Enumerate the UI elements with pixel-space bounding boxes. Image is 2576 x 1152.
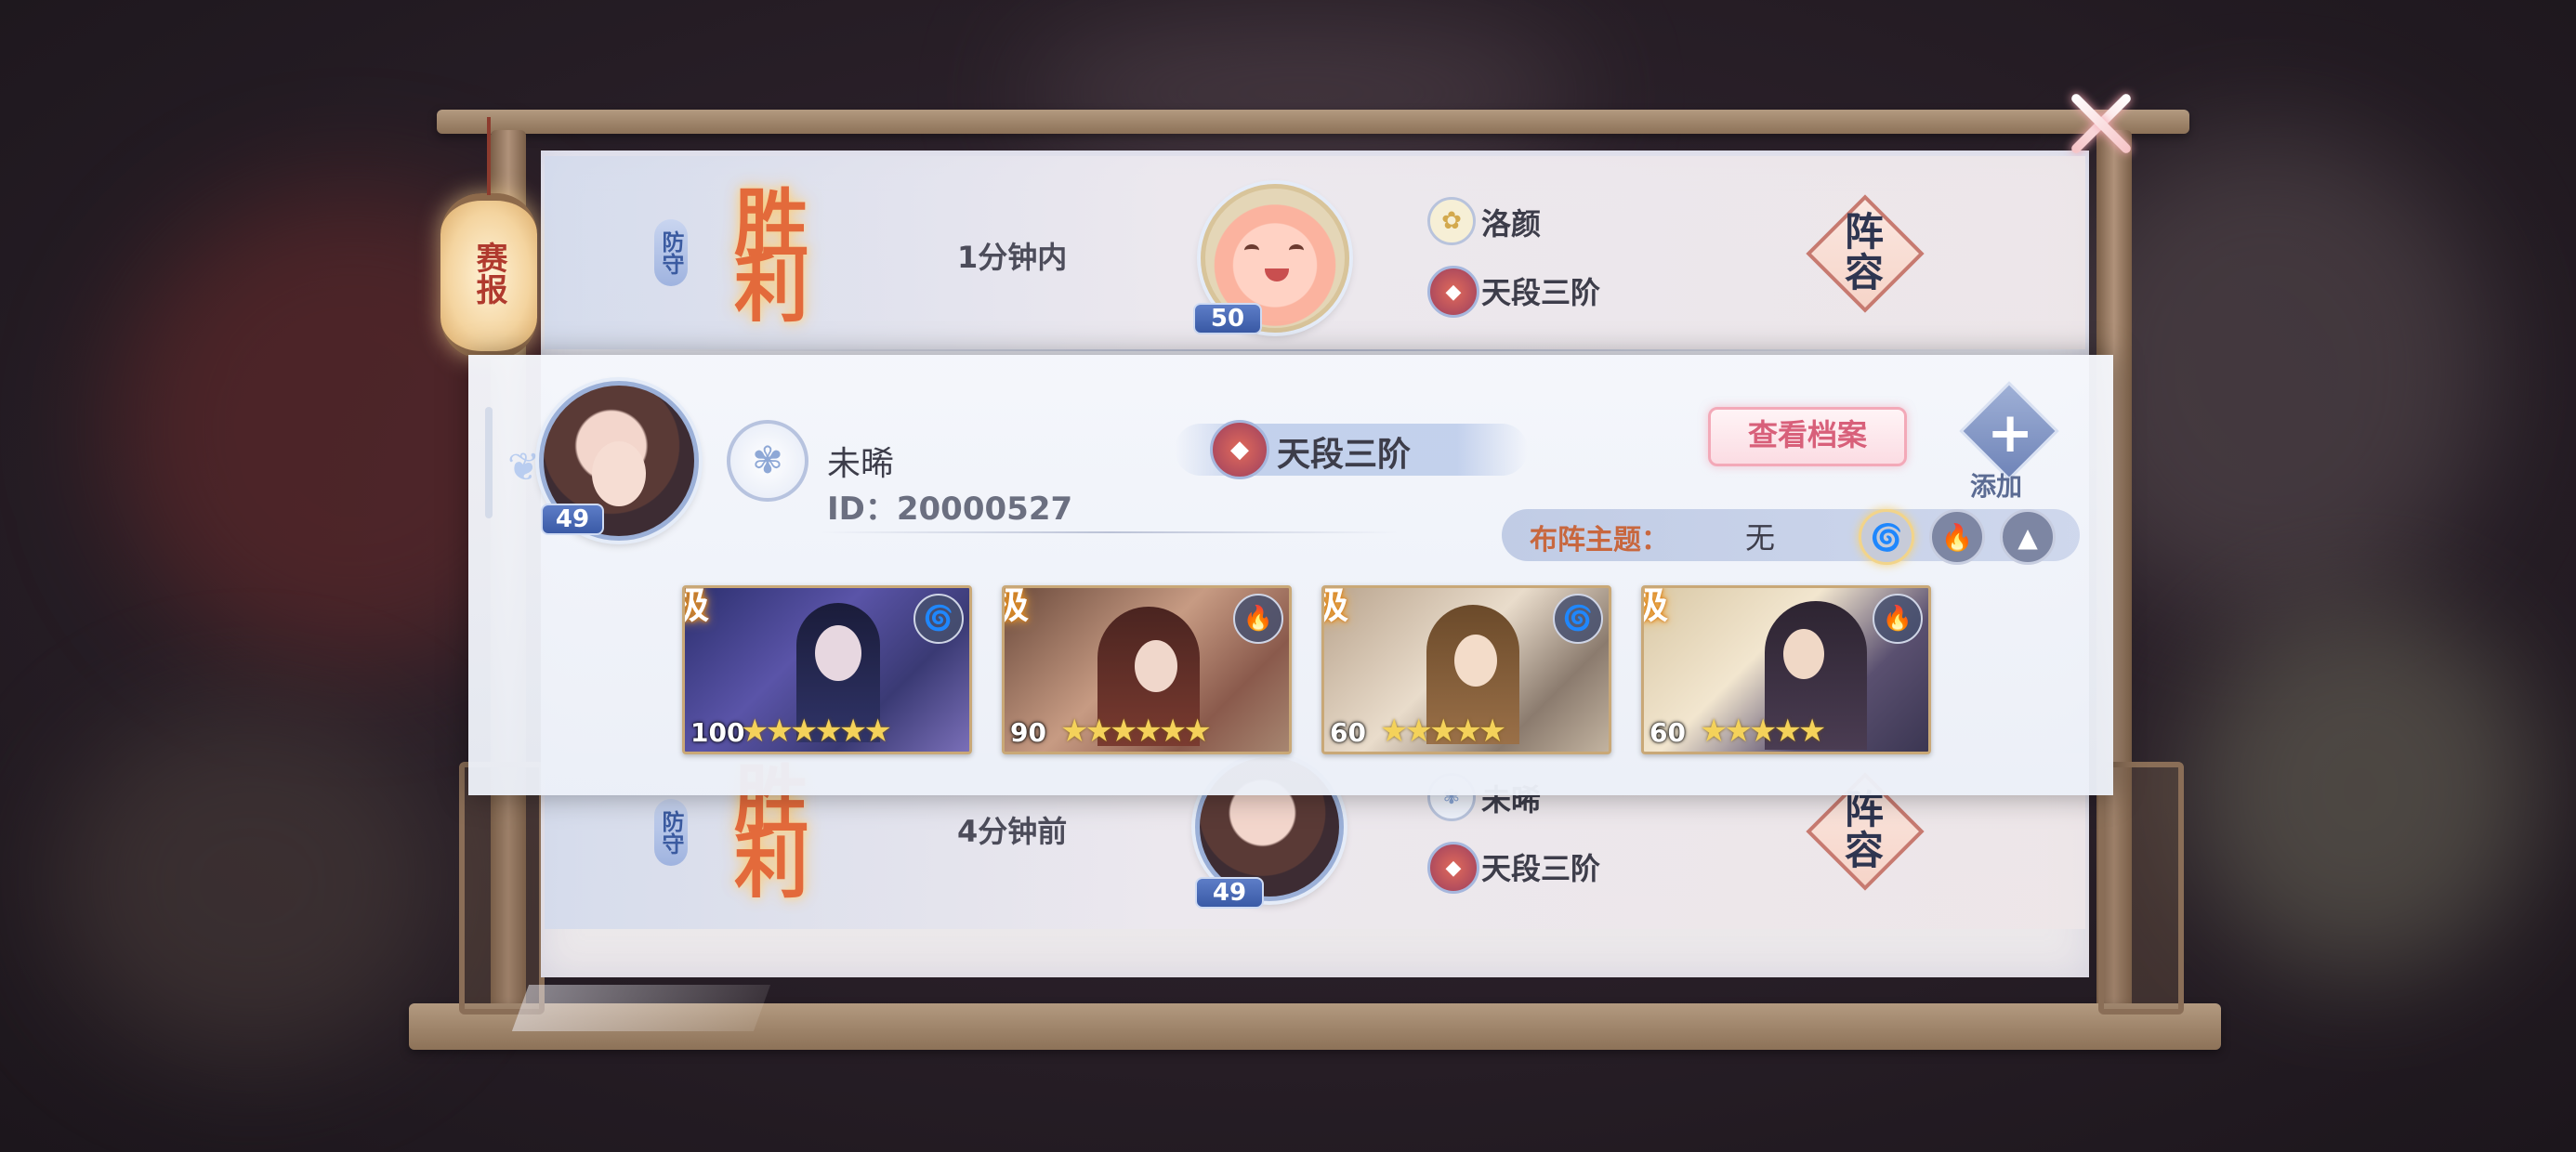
rank-badge-icon: ◆ bbox=[1210, 420, 1269, 479]
report-lantern[interactable]: 赛报 bbox=[440, 193, 537, 359]
star-rating-icon: ★★★★★ bbox=[1700, 713, 1826, 750]
card-level: 100 bbox=[690, 717, 745, 748]
add-label: 添加 bbox=[1970, 471, 2023, 502]
frame-rail-left bbox=[459, 762, 545, 1015]
grade-badge: 极 bbox=[685, 588, 709, 629]
theme-label: 布阵主题： bbox=[1530, 524, 1669, 556]
character-card[interactable]: 极 🔥 90 ★★★★★★ bbox=[1002, 585, 1292, 754]
theme-wind-icon[interactable]: 🌀 bbox=[1859, 509, 1914, 565]
view-profile-button[interactable]: 查看档案 bbox=[1708, 407, 1907, 466]
butterfly-icon: ❦ bbox=[507, 444, 541, 490]
theme-value: 无 bbox=[1745, 520, 1776, 556]
rank-badge-icon: ◆ bbox=[1427, 266, 1479, 318]
player-emblem-icon: ✾ bbox=[727, 420, 808, 502]
defense-tag: 防守 bbox=[654, 799, 688, 866]
close-button[interactable] bbox=[2065, 87, 2136, 158]
wind-element-icon: 🌀 bbox=[1553, 594, 1603, 644]
frame-top-beam bbox=[437, 110, 2189, 134]
player-id: ID：20000527 bbox=[827, 491, 1073, 528]
star-rating-icon: ★★★★★★ bbox=[1060, 713, 1212, 750]
fire-element-icon: 🔥 bbox=[1233, 594, 1283, 644]
player-emblem-icon: ✿ bbox=[1427, 197, 1476, 245]
close-icon bbox=[2065, 87, 2136, 158]
player-detail-popup: ❦ 49 ✾ 未晞 ID：20000527 ◆ 天段三阶 查看档案 + 添加 布… bbox=[468, 355, 2113, 795]
player-rank: 天段三阶 bbox=[1277, 436, 1412, 474]
plus-icon: + bbox=[1987, 400, 2034, 465]
lineup-label: 阵容 bbox=[1844, 209, 1884, 295]
character-card[interactable]: 极 🌀 100 ★★★★★★ bbox=[682, 585, 972, 754]
grade-badge: 极 bbox=[1324, 588, 1348, 629]
grade-badge: 极 bbox=[1644, 588, 1668, 629]
grade-badge: 极 bbox=[1005, 588, 1029, 629]
character-card[interactable]: 极 🔥 60 ★★★★★ bbox=[1641, 585, 1931, 754]
add-friend-button[interactable]: + 添加 bbox=[1946, 381, 2076, 502]
player-level: 49 bbox=[541, 504, 604, 535]
frame-rail-right bbox=[2098, 762, 2184, 1015]
opponent-level: 50 bbox=[1193, 303, 1262, 334]
lineup-label: 阵容 bbox=[1844, 787, 1884, 873]
report-lantern-label: 赛报 bbox=[470, 242, 507, 305]
rank-badge-icon: ◆ bbox=[1427, 842, 1479, 894]
star-rating-icon: ★★★★★★ bbox=[741, 713, 892, 750]
card-level: 60 bbox=[1330, 717, 1366, 748]
match-time: 4分钟前 bbox=[957, 814, 1068, 849]
player-name: 未晞 bbox=[827, 445, 895, 483]
lineup-button[interactable]: 阵容 bbox=[1805, 193, 1925, 314]
wind-element-icon: 🌀 bbox=[913, 594, 964, 644]
match-time: 1分钟内 bbox=[957, 240, 1068, 275]
star-rating-icon: ★★★★★ bbox=[1380, 713, 1506, 750]
opponent-rank: 天段三阶 bbox=[1481, 851, 1601, 886]
defense-tag: 防守 bbox=[654, 219, 688, 286]
opponent-level: 49 bbox=[1195, 877, 1264, 909]
fire-element-icon: 🔥 bbox=[1873, 594, 1923, 644]
opponent-rank: 天段三阶 bbox=[1481, 275, 1601, 310]
card-level: 90 bbox=[1010, 717, 1046, 748]
theme-fire-icon[interactable]: 🔥 bbox=[1929, 509, 1985, 565]
card-level: 60 bbox=[1649, 717, 1686, 748]
character-card[interactable]: 极 🌀 60 ★★★★★ bbox=[1321, 585, 1611, 754]
theme-earth-icon[interactable]: ▲ bbox=[2000, 509, 2056, 565]
match-row[interactable]: 防守 胜利 1分钟内 50 ✿ 洛颜 ◆ 天段三阶 阵容 bbox=[545, 156, 2085, 349]
victory-label: 胜利 bbox=[722, 184, 809, 314]
opponent-name: 洛颜 bbox=[1481, 206, 1542, 242]
